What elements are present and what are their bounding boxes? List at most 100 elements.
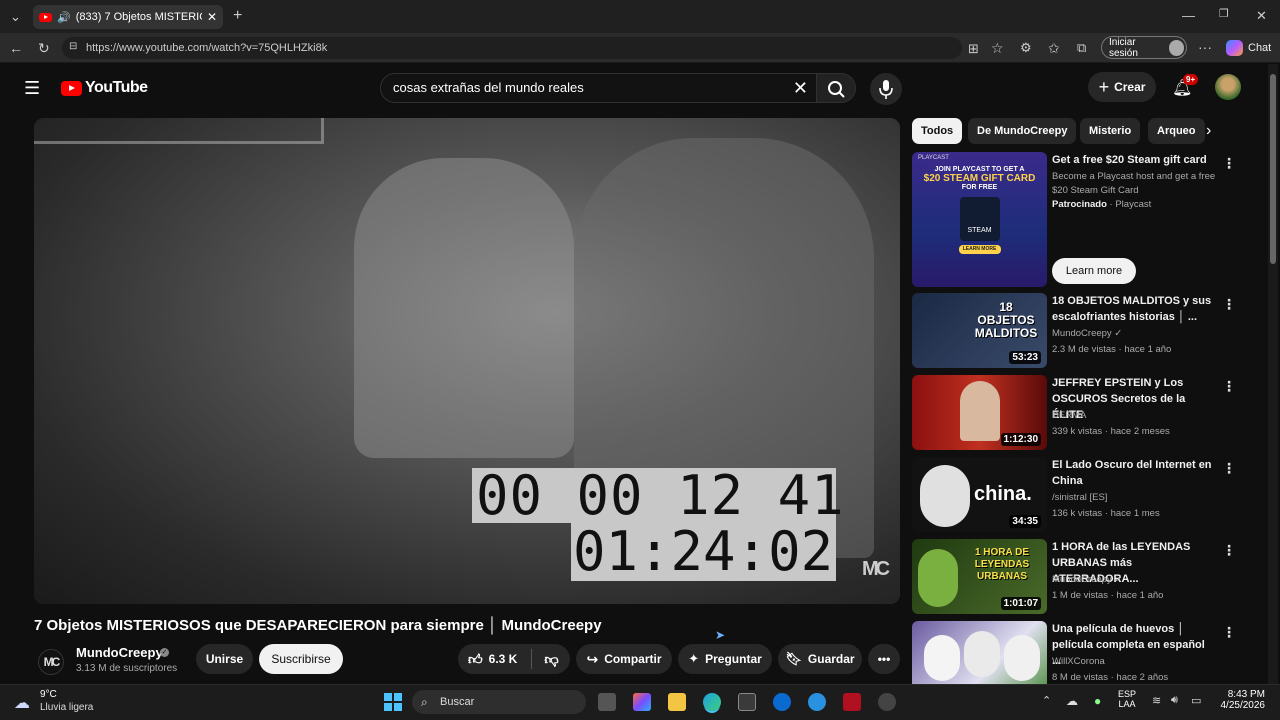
chips-next-icon[interactable]: › [1206,122,1211,140]
recommendation-item[interactable]: china. 34:35 El Lado Oscuro del Internet… [912,457,1242,535]
recommendation-item[interactable]: 1:12:30 JEFFREY EPSTEIN y Los OSCUROS Se… [912,375,1242,453]
sponsored-ad[interactable]: PLAYCAST JOIN PLAYCAST TO GET A $20 STEA… [912,152,1242,287]
speaker-icon[interactable]: 🔊 [57,11,71,24]
battery-icon[interactable]: ▭ [1191,694,1201,707]
thumbnail-egg [924,635,960,681]
onedrive-icon[interactable]: ☁ [1066,694,1078,708]
recommendation-channel[interactable]: MundoCreepy ✓ [1052,328,1122,339]
new-tab-icon[interactable]: + [233,8,242,24]
hamburger-menu-icon[interactable]: ☰ [24,78,40,99]
maximize-icon[interactable]: ❐ [1219,9,1229,20]
weather-temp[interactable]: 9°C [40,689,57,700]
recommendation-channel[interactable]: WillXCorona [1052,656,1105,667]
video-player[interactable]: 00 00 12 41 01:24:02 MC [34,118,900,604]
signin-button[interactable]: Iniciar sesión [1101,36,1187,59]
chip-todos[interactable]: Todos [912,118,963,144]
search-input[interactable]: cosas extrañas del mundo reales ✕ [380,73,817,103]
channel-name[interactable]: MundoCreepy [76,645,163,660]
app-icon[interactable] [808,693,826,711]
url-text: https://www.youtube.com/watch?v=75QHLHZk… [86,42,328,54]
voice-search-button[interactable] [870,73,902,105]
copilot-icon[interactable] [1226,40,1243,56]
channel-watermark[interactable]: MC [862,558,890,581]
clear-search-icon[interactable]: ✕ [793,74,808,102]
chip-de-mundocreepy[interactable]: De MundoCreepy [968,118,1077,144]
recommendation-thumbnail[interactable] [912,621,1047,684]
subscribe-button[interactable]: Suscribirse [259,644,343,674]
chip-misterio[interactable]: Misterio [1080,118,1141,144]
minimize-icon[interactable]: — [1182,9,1195,22]
browser-tab[interactable]: 🔊 (833) 7 Objetos MISTERIOSOS ✕ [33,5,223,29]
settings-app-icon[interactable] [878,693,896,711]
chip-arqueo[interactable]: Arqueo [1148,118,1205,144]
more-actions-button[interactable]: ••• [868,644,900,674]
extensions-icon[interactable]: ⚙ [1020,41,1032,54]
recommendation-thumbnail[interactable]: 1:12:30 [912,375,1047,450]
weather-icon[interactable]: ☁ [14,693,30,713]
weather-desc[interactable]: Lluvia ligera [40,702,93,713]
show-hidden-icons[interactable]: ⌃ [1042,694,1051,707]
recommendation-more-icon[interactable]: ⋮ [1222,542,1236,559]
search-button[interactable] [816,73,856,103]
user-avatar[interactable] [1215,74,1241,100]
recommendation-item[interactable]: 1 HORA DE LEYENDAS URBANAS 1:01:07 1 HOR… [912,539,1242,617]
like-button[interactable]: 👍︎ 6.3 K [468,651,517,668]
recommendation-item[interactable]: 18 OBJETOS MALDITOS 53:23 18 OBJETOS MAL… [912,293,1242,371]
recommendation-thumbnail[interactable]: 18 OBJETOS MALDITOS 53:23 [912,293,1047,368]
recommendation-more-icon[interactable]: ⋮ [1222,378,1236,395]
recommendation-meta: 2.3 M de vistas · hace 1 año [1052,344,1172,355]
edge-browser-icon[interactable] [703,693,721,711]
recommendation-item[interactable]: Una película de huevos │ película comple… [912,621,1242,684]
youtube-logo[interactable]: YouTube [61,79,148,97]
thumbs-down-icon[interactable]: 👎︎ [544,651,558,668]
url-input[interactable]: ⊟ https://www.youtube.com/watch?v=75QHLH… [62,37,962,59]
lang-secondary: LAA [1118,699,1136,709]
favorite-star-icon[interactable]: ☆ [991,41,1004,55]
close-window-icon[interactable]: ✕ [1256,9,1267,22]
wifi-icon[interactable]: ≋ [1152,694,1161,707]
recommendation-channel[interactable]: /sinistral [ES] [1052,492,1107,503]
recommendation-channel[interactable]: MundoCreepy ✓ [1052,574,1122,585]
tray-app-icon[interactable]: ● [1094,694,1101,708]
more-options-icon[interactable]: ··· [1198,40,1212,54]
close-tab-icon[interactable]: ✕ [207,10,217,24]
security-app-icon[interactable] [843,693,861,711]
task-view-icon[interactable] [598,693,616,711]
save-button[interactable]: 🔖︎ Guardar [778,644,862,674]
store-icon[interactable] [738,693,756,711]
share-button[interactable]: ↪ Compartir [576,644,672,674]
recommendation-thumbnail[interactable]: 1 HORA DE LEYENDAS URBANAS 1:01:07 [912,539,1047,614]
windows-start-icon[interactable] [384,693,402,711]
ad-thumbnail[interactable]: PLAYCAST JOIN PLAYCAST TO GET A $20 STEA… [912,152,1047,287]
copilot-taskbar-icon[interactable] [633,693,651,711]
volume-icon[interactable]: 🔊︎ [1171,694,1178,707]
favorites-icon[interactable]: ✩ [1048,41,1060,55]
ad-more-icon[interactable]: ⋮ [1222,155,1236,172]
create-button[interactable]: + Crear [1088,72,1156,102]
learn-more-button[interactable]: Learn more [1052,258,1136,284]
tab-actions-chevron-icon[interactable]: ⌄ [10,10,21,23]
collections-icon[interactable]: ⧉ [1077,41,1086,54]
recommendation-more-icon[interactable]: ⋮ [1222,296,1236,313]
file-explorer-icon[interactable] [668,693,686,711]
recommendation-more-icon[interactable]: ⋮ [1222,460,1236,477]
language-indicator[interactable]: ESP LAA [1118,689,1136,709]
clock-time: 8:43 PM [1227,689,1265,700]
recommendation-more-icon[interactable]: ⋮ [1222,624,1236,641]
channel-avatar[interactable]: MC [38,649,64,675]
refresh-icon[interactable]: ↻ [38,41,50,55]
app-available-icon[interactable]: ⊞ [968,42,979,55]
page-scrollbar[interactable] [1268,64,1278,684]
taskbar-search[interactable]: ⌕ Buscar [412,690,586,714]
recommendation-thumbnail[interactable]: china. 34:35 [912,457,1047,532]
join-button[interactable]: Unirse [196,644,253,674]
recommendation-meta: 136 k vistas · hace 1 mes [1052,508,1160,519]
scrollbar-thumb[interactable] [1270,74,1276,264]
back-icon[interactable]: ← [9,41,23,55]
hp-icon[interactable] [773,693,791,711]
recommendation-channel[interactable]: DERMA [1052,410,1086,421]
site-info-icon[interactable]: ⊟ [69,42,77,52]
clock[interactable]: 8:43 PM 4/25/2026 [1215,689,1266,711]
ask-button[interactable]: ✦ Preguntar [678,644,772,674]
chat-label[interactable]: Chat [1248,42,1271,54]
